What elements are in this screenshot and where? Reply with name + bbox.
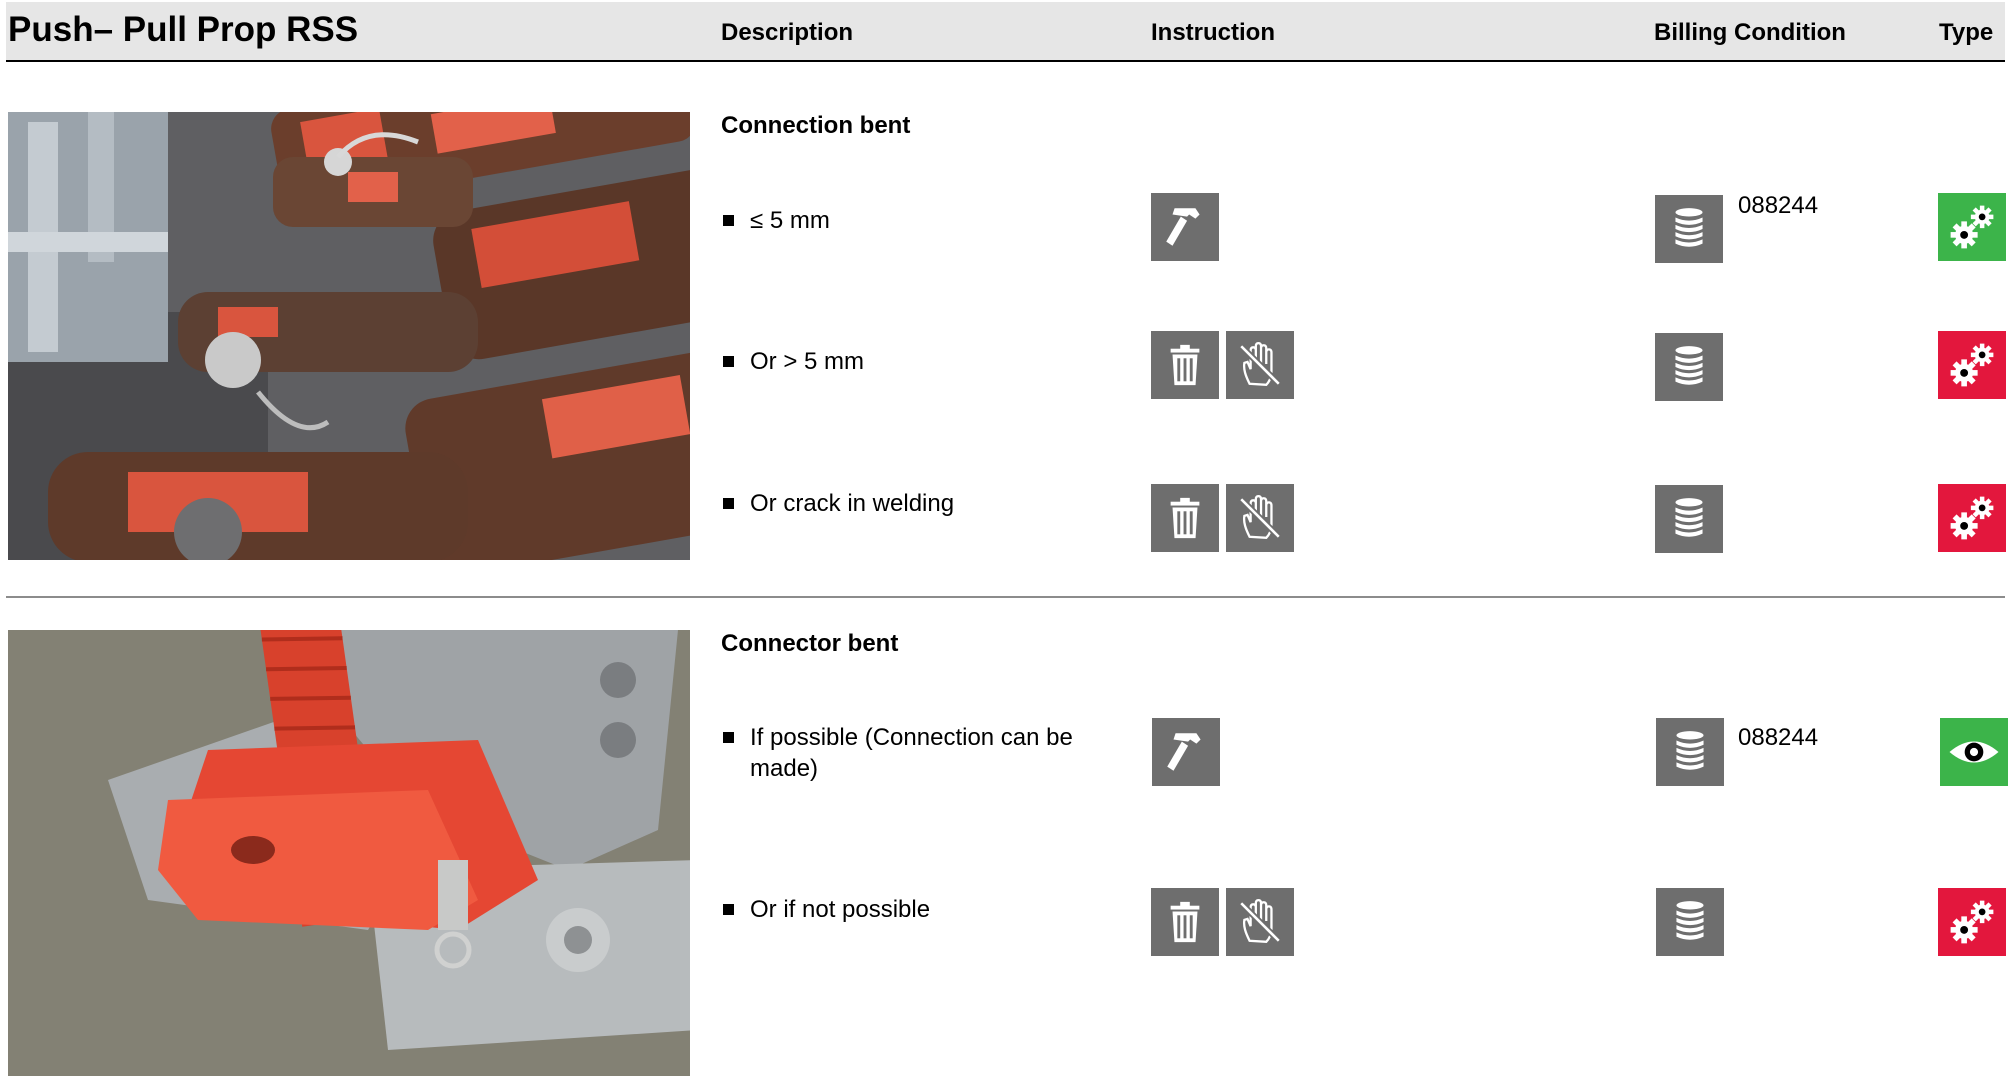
hammer-icon [1152, 718, 1220, 786]
section-title-connector-bent: Connector bent [721, 630, 899, 657]
item-text: ≤ 5 mm [750, 207, 830, 234]
gears-icon [1938, 484, 2006, 552]
list-item: Or if not possible [723, 894, 1083, 925]
trash-icon [1151, 888, 1219, 956]
item-text: If possible (Connection can be made) [750, 724, 1073, 782]
gears-icon [1938, 888, 2006, 956]
trash-icon [1151, 331, 1219, 399]
bullet-marker [723, 904, 734, 915]
hammer-icon [1151, 193, 1219, 261]
bullet-marker [723, 215, 734, 226]
no-touch-icon [1226, 331, 1294, 399]
column-header-description: Description [721, 19, 854, 46]
bullet-marker [723, 732, 734, 743]
coin-stack-icon [1655, 485, 1723, 553]
section-divider [6, 596, 2005, 598]
gears-icon [1938, 331, 2006, 399]
item-text: Or crack in welding [750, 490, 955, 517]
coin-stack-icon [1656, 888, 1724, 956]
gears-icon [1938, 193, 2006, 261]
coin-stack-icon [1655, 195, 1723, 263]
item-text: Or > 5 mm [750, 348, 865, 375]
page-title: Push– Pull Prop RSS [8, 10, 359, 49]
photo-connector-bent [8, 630, 690, 1076]
no-touch-icon [1226, 888, 1294, 956]
list-item: Or > 5 mm [723, 346, 1083, 377]
column-header-instruction: Instruction [1151, 19, 1275, 46]
no-touch-icon [1226, 484, 1294, 552]
trash-icon [1151, 484, 1219, 552]
table-header: Push– Pull Prop RSS Description Instruct… [6, 2, 2005, 62]
bullet-marker [723, 356, 734, 367]
column-header-type: Type [1939, 19, 1994, 46]
eye-icon [1940, 718, 2008, 786]
coin-stack-icon [1656, 718, 1724, 786]
billing-code: 088244 [1738, 192, 1819, 219]
list-item: ≤ 5 mm [723, 205, 1083, 236]
billing-code: 088244 [1738, 724, 1819, 751]
list-item: Or crack in welding [723, 488, 1083, 519]
column-header-billing: Billing Condition [1654, 19, 1846, 46]
bullet-marker [723, 498, 734, 509]
section-title-connection-bent: Connection bent [721, 112, 911, 139]
photo-connection-bent [8, 112, 690, 560]
list-item: If possible (Connection can be made) [723, 722, 1083, 784]
coin-stack-icon [1655, 333, 1723, 401]
item-text: Or if not possible [750, 896, 931, 923]
